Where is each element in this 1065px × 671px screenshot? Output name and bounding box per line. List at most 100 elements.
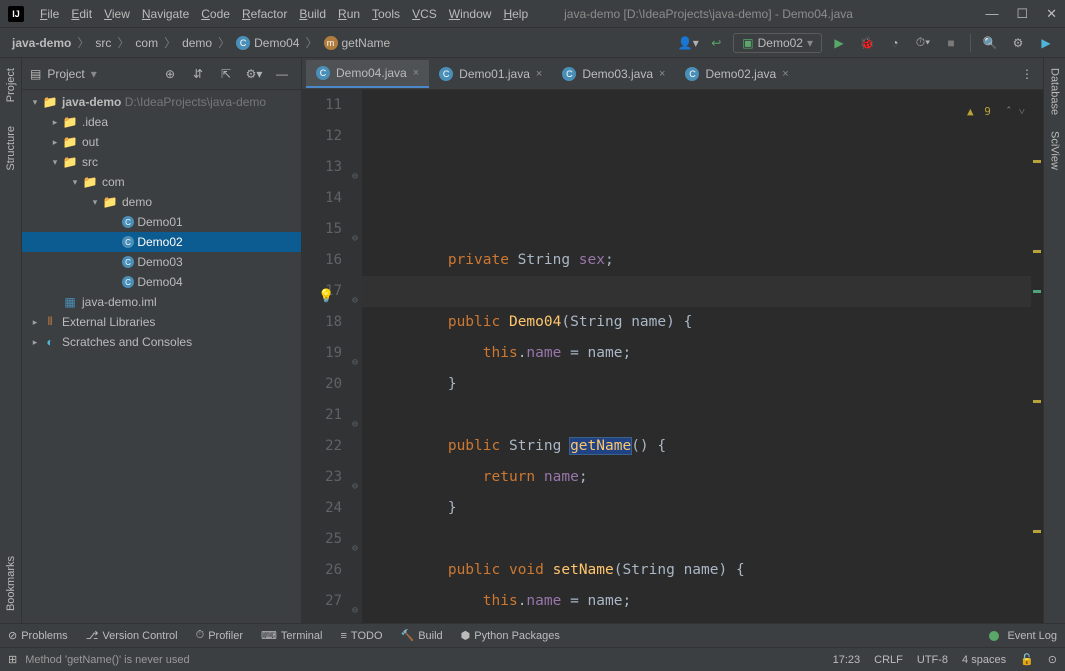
problems-tool[interactable]: ⊘ Problems	[8, 629, 68, 642]
profiler-tool[interactable]: ⏱ Profiler	[196, 629, 243, 642]
menu-tools[interactable]: Tools	[366, 7, 406, 21]
tab-demo01-java[interactable]: CDemo01.java×	[429, 60, 552, 88]
cursor-position[interactable]: 17:23	[833, 654, 861, 666]
tab-actions-icon[interactable]: ⋮	[1011, 67, 1043, 81]
tree-demo[interactable]: ▾📁demo	[22, 192, 301, 212]
menu-vcs[interactable]: VCS	[406, 7, 443, 21]
menu-view[interactable]: View	[98, 7, 136, 21]
menu-run[interactable]: Run	[332, 7, 366, 21]
code-line-19[interactable]: }	[378, 493, 1043, 524]
expand-icon[interactable]: ⇵	[187, 63, 209, 85]
code-line-12[interactable]	[378, 276, 1043, 307]
tree-ext-lib[interactable]: ▸⫴External Libraries	[22, 312, 301, 332]
code-line-18[interactable]: return name;	[378, 462, 1043, 493]
crumb-class[interactable]: Demo04	[254, 36, 299, 50]
menu-window[interactable]: Window	[443, 7, 498, 21]
indent-setting[interactable]: 4 spaces	[962, 654, 1006, 666]
code-line-16[interactable]	[378, 400, 1043, 431]
sciview-tool-tab[interactable]: SciView	[1047, 127, 1063, 174]
build-tool[interactable]: 🔨 Build	[401, 629, 443, 642]
settings-dropdown-icon[interactable]: ⚙▾	[243, 63, 265, 85]
breadcrumb[interactable]: java-demo〉 src〉 com〉 demo〉 C Demo04〉 m g…	[8, 34, 394, 51]
run-button[interactable]: ▶	[828, 32, 850, 54]
code-line-21[interactable]: public void setName(String name) {	[378, 555, 1043, 586]
crumb-method[interactable]: getName	[342, 36, 391, 50]
tree-idea[interactable]: ▸📁.idea	[22, 112, 301, 132]
tab-demo03-java[interactable]: CDemo03.java×	[552, 60, 675, 88]
settings-icon[interactable]: ⚙	[1007, 32, 1029, 54]
tree-root[interactable]: ▾📁java-demo D:\IdeaProjects\java-demo	[22, 92, 301, 112]
close-tab-icon[interactable]: ×	[413, 67, 419, 79]
tool-window-toggle-icon[interactable]: ⊞	[8, 653, 17, 666]
intention-bulb-icon[interactable]: 💡	[318, 281, 334, 312]
code-line-11[interactable]: private String sex;	[378, 245, 1043, 276]
tree-file-demo03[interactable]: C Demo03	[22, 252, 301, 272]
code-line-14[interactable]: this.name = name;	[378, 338, 1043, 369]
close-tab-icon[interactable]: ×	[536, 68, 542, 80]
bookmarks-tool-tab[interactable]: Bookmarks	[3, 552, 19, 615]
crumb-src[interactable]: src	[95, 36, 111, 50]
learn-icon[interactable]: ▶	[1035, 32, 1057, 54]
tree-file-demo01[interactable]: C Demo01	[22, 212, 301, 232]
readonly-icon[interactable]: 🔓	[1020, 653, 1034, 666]
view-mode-dropdown[interactable]: ▾	[91, 67, 97, 81]
tree-com[interactable]: ▾📁com	[22, 172, 301, 192]
close-tab-icon[interactable]: ×	[782, 68, 788, 80]
debug-button[interactable]: 🐞	[856, 32, 878, 54]
menu-edit[interactable]: Edit	[65, 7, 98, 21]
notifications-icon[interactable]: ⊙	[1048, 653, 1057, 666]
database-tool-tab[interactable]: Database	[1047, 64, 1063, 119]
menu-navigate[interactable]: Navigate	[136, 7, 195, 21]
terminal-tool[interactable]: ⌨ Terminal	[261, 629, 322, 642]
fold-icon[interactable]: ⊖	[344, 347, 358, 361]
back-arrow-icon[interactable]: ↩	[705, 32, 727, 54]
close-button[interactable]: ✕	[1046, 6, 1057, 22]
tree-file-demo02[interactable]: C Demo02	[22, 232, 301, 252]
crumb-project[interactable]: java-demo	[12, 36, 71, 50]
python-packages-tool[interactable]: ⬢ Python Packages	[461, 629, 560, 642]
code-line-20[interactable]	[378, 524, 1043, 555]
fold-icon[interactable]: ⊖	[344, 471, 358, 485]
close-tab-icon[interactable]: ×	[659, 68, 665, 80]
fold-icon[interactable]: ⊖	[344, 595, 358, 609]
tree-file-demo04[interactable]: C Demo04	[22, 272, 301, 292]
run-configuration[interactable]: ▣ Demo02 ▾	[733, 33, 822, 53]
coverage-button[interactable]: ◔	[884, 32, 906, 54]
menu-build[interactable]: Build	[293, 7, 332, 21]
todo-tool[interactable]: ≡ TODO	[341, 630, 383, 642]
hide-icon[interactable]: ―	[271, 63, 293, 85]
user-icon[interactable]: 👤▾	[677, 32, 699, 54]
maximize-button[interactable]: ☐	[1016, 6, 1028, 22]
tree-out[interactable]: ▸📁out	[22, 132, 301, 152]
search-icon[interactable]: 🔍	[979, 32, 1001, 54]
file-encoding[interactable]: UTF-8	[917, 654, 948, 666]
code-line-15[interactable]: }	[378, 369, 1043, 400]
fold-icon[interactable]: ⊖	[344, 409, 358, 423]
tab-demo04-java[interactable]: CDemo04.java×	[306, 60, 429, 88]
tree-scratches[interactable]: ▸◐Scratches and Consoles	[22, 332, 301, 352]
collapse-icon[interactable]: ⇱	[215, 63, 237, 85]
event-log-tool[interactable]: Event Log	[989, 630, 1057, 642]
code-editor[interactable]: ▲ 9 ˆ ˅ 💡 private String sex; public Dem…	[362, 90, 1043, 623]
tree-iml[interactable]: ▦java-demo.iml	[22, 292, 301, 312]
menu-refactor[interactable]: Refactor	[236, 7, 293, 21]
fold-icon[interactable]: ⊖	[344, 285, 358, 299]
structure-tool-tab[interactable]: Structure	[3, 122, 19, 175]
profile-button[interactable]: ⏱▾	[912, 32, 934, 54]
project-tool-tab[interactable]: Project	[3, 64, 19, 106]
fold-icon[interactable]: ⊖	[344, 161, 358, 175]
crumb-demo[interactable]: demo	[182, 36, 212, 50]
tree-src[interactable]: ▾📁src	[22, 152, 301, 172]
stop-button[interactable]: ■	[940, 32, 962, 54]
inspection-badge[interactable]: ▲ 9 ˆ ˅	[967, 96, 1025, 127]
fold-icon[interactable]: ⊖	[344, 533, 358, 547]
code-line-23[interactable]: }	[378, 617, 1043, 623]
menu-help[interactable]: Help	[497, 7, 534, 21]
code-line-17[interactable]: public String getName() {	[378, 431, 1043, 462]
code-line-13[interactable]: public Demo04(String name) {	[378, 307, 1043, 338]
vcs-tool[interactable]: ⎇ Version Control	[86, 629, 178, 642]
minimize-button[interactable]: ―	[985, 6, 998, 22]
fold-icon[interactable]: ⊖	[344, 223, 358, 237]
code-line-22[interactable]: this.name = name;	[378, 586, 1043, 617]
locate-icon[interactable]: ⊕	[159, 63, 181, 85]
